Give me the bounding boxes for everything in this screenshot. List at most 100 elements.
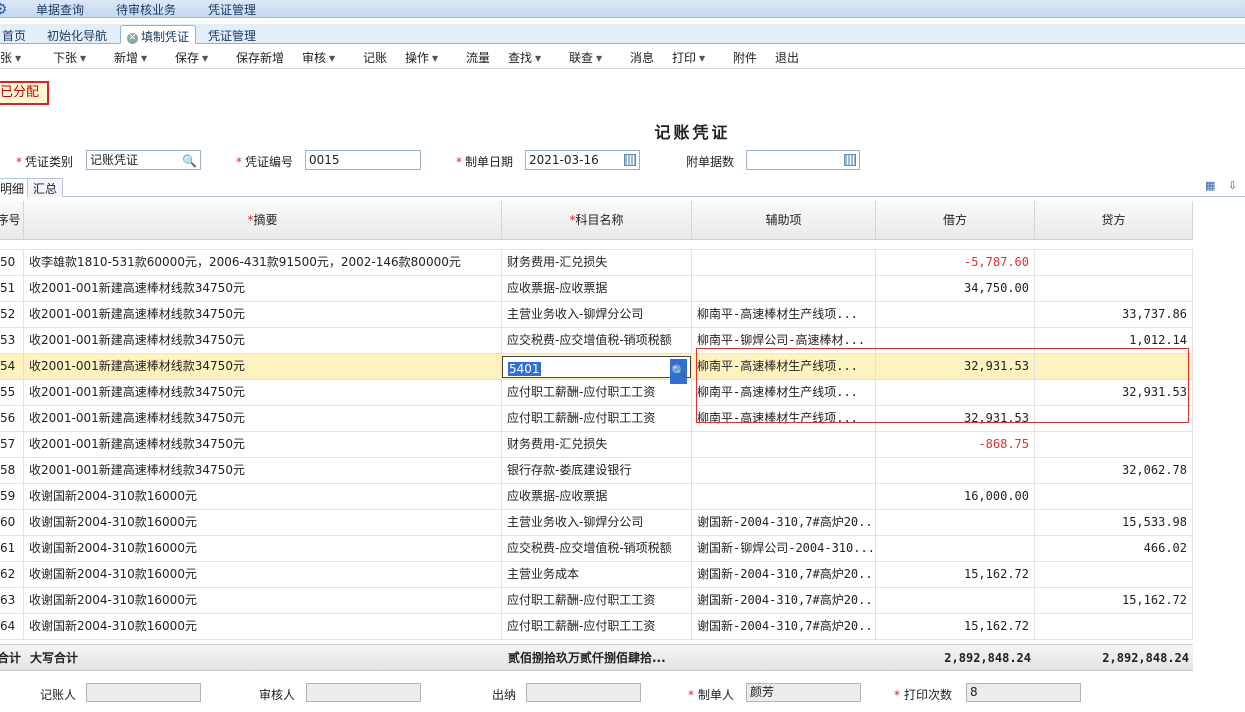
operate-button[interactable]: 操作 ▼ — [405, 49, 438, 66]
table-row[interactable]: 62 收谢国新2004-310款16000元 主营业务成本 谢国新-2004-310,… — [0, 562, 1193, 588]
cell-seq[interactable]: 58 — [0, 458, 24, 484]
cell-account[interactable]: 财务费用-汇兑损失 — [502, 432, 692, 458]
cell-seq[interactable]: 51 — [0, 276, 24, 302]
cell-summary[interactable]: 收谢国新2004-310款16000元 — [24, 614, 502, 640]
cell-seq[interactable]: 61 — [0, 536, 24, 562]
gear-icon[interactable]: ⚙ — [0, 1, 10, 17]
calendar-icon[interactable] — [624, 154, 636, 166]
cell-aux[interactable]: 谢国新-2004-310,7#高炉20... — [692, 614, 876, 640]
export-icon[interactable]: ⇩ — [1228, 179, 1244, 193]
cell-account[interactable]: 主营业务成本 — [502, 562, 692, 588]
cell-account[interactable]: 应付职工薪酬-应付职工工资 — [502, 588, 692, 614]
cell-summary[interactable]: 收2001-001新建高速棒材线款34750元 — [24, 406, 502, 432]
cell-aux[interactable]: 柳南平-高速棒材生产线项... — [692, 302, 876, 328]
cell-account[interactable]: 银行存款-娄底建设银行 — [502, 458, 692, 484]
cell-debit[interactable] — [876, 588, 1035, 614]
cell-summary[interactable]: 收谢国新2004-310款16000元 — [24, 484, 502, 510]
cell-summary[interactable]: 收李雄款1810-531款60000元，2006-431款91500元，2002… — [24, 250, 502, 276]
cell-aux[interactable]: 谢国新-铆焊公司-2004-310... — [692, 536, 876, 562]
save-button[interactable]: 保存 ▼ — [175, 49, 208, 66]
cell-summary[interactable]: 收2001-001新建高速棒材线款34750元 — [24, 276, 502, 302]
cell-account[interactable]: 应付职工薪酬-应付职工工资 — [502, 614, 692, 640]
cell-aux[interactable]: 谢国新-2004-310,7#高炉20... — [692, 510, 876, 536]
cell-seq[interactable]: 56 — [0, 406, 24, 432]
cell-seq[interactable]: 53 — [0, 328, 24, 354]
table-row[interactable]: 60 收谢国新2004-310款16000元 主营业务收入-铆焊分公司 谢国新-200… — [0, 510, 1193, 536]
table-row[interactable]: 50 收李雄款1810-531款60000元，2006-431款91500元，20… — [0, 250, 1193, 276]
menu-pending-review[interactable]: 待审核业务 — [116, 1, 176, 18]
cell-seq[interactable]: 57 — [0, 432, 24, 458]
close-icon[interactable]: ✕ — [127, 33, 138, 44]
cell-aux[interactable] — [692, 250, 876, 276]
table-row[interactable]: 59 收谢国新2004-310款16000元 应收票据-应收票据 16,000.00 — [0, 484, 1193, 510]
cell-debit[interactable] — [876, 458, 1035, 484]
prev-button[interactable]: 上张▼ — [0, 49, 21, 66]
cell-seq[interactable]: 54 — [0, 354, 24, 380]
table-row[interactable]: 51 收2001-001新建高速棒材线款34750元 应收票据-应收票据 34,750… — [0, 276, 1193, 302]
cell-credit[interactable] — [1035, 562, 1193, 588]
date-field[interactable]: 2021-03-16 — [525, 150, 640, 170]
next-button[interactable]: 下张 ▼ — [53, 49, 86, 66]
cell-aux[interactable] — [692, 484, 876, 510]
cell-seq[interactable]: 63 — [0, 588, 24, 614]
new-button[interactable]: 新增 ▼ — [114, 49, 147, 66]
cell-account[interactable]: 应付职工薪酬-应付职工工资 — [502, 406, 692, 432]
print-button[interactable]: 打印 ▼ — [672, 49, 705, 66]
account-edit-input[interactable]: 5401 🔍 — [502, 356, 691, 384]
cell-debit[interactable]: -868.75 — [876, 432, 1035, 458]
cell-credit[interactable] — [1035, 614, 1193, 640]
cell-aux[interactable]: 谢国新-2004-310,7#高炉20... — [692, 562, 876, 588]
cell-account[interactable]: 应交税费-应交增值税-销项税额 — [502, 536, 692, 562]
cell-seq[interactable]: 50 — [0, 250, 24, 276]
cell-account[interactable]: 主营业务收入-铆焊分公司 — [502, 510, 692, 536]
cell-debit[interactable]: 15,162.72 — [876, 614, 1035, 640]
cell-debit[interactable] — [876, 536, 1035, 562]
cell-account[interactable]: 应交税费-应交增值税-销项税额 — [502, 328, 692, 354]
cell-aux[interactable] — [692, 432, 876, 458]
tab-init-nav[interactable]: 初始化导航 — [41, 25, 113, 44]
cell-seq[interactable]: 55 — [0, 380, 24, 406]
cell-summary[interactable]: 收谢国新2004-310款16000元 — [24, 588, 502, 614]
cell-account[interactable]: 应收票据-应收票据 — [502, 276, 692, 302]
table-row[interactable]: 52 收2001-001新建高速棒材线款34750元 主营业务收入-铆焊分公司 柳南平… — [0, 302, 1193, 328]
voucher-type-field[interactable]: 记账凭证 🔍 — [86, 150, 201, 170]
table-row[interactable]: 58 收2001-001新建高速棒材线款34750元 银行存款-娄底建设银行 32,0… — [0, 458, 1193, 484]
table-row[interactable]: 63 收谢国新2004-310款16000元 应付职工薪酬-应付职工工资 谢国新-20… — [0, 588, 1193, 614]
cell-debit[interactable]: 15,162.72 — [876, 562, 1035, 588]
save-new-button[interactable]: 保存新增 — [236, 49, 284, 66]
cell-aux[interactable]: 谢国新-2004-310,7#高炉20... — [692, 588, 876, 614]
attachment-button[interactable]: 附件 — [733, 49, 757, 66]
cell-summary[interactable]: 收谢国新2004-310款16000元 — [24, 536, 502, 562]
exit-button[interactable]: 退出 — [775, 49, 799, 66]
cell-credit[interactable] — [1035, 484, 1193, 510]
menu-document-query[interactable]: 单据查询 — [36, 1, 84, 18]
cell-credit[interactable]: 466.02 — [1035, 536, 1193, 562]
cell-debit[interactable]: -5,787.60 — [876, 250, 1035, 276]
cell-debit[interactable]: 16,000.00 — [876, 484, 1035, 510]
cell-credit[interactable]: 33,737.86 — [1035, 302, 1193, 328]
cell-summary[interactable]: 收谢国新2004-310款16000元 — [24, 510, 502, 536]
tab-home[interactable]: 首页 — [0, 25, 32, 44]
message-button[interactable]: 消息 — [630, 49, 654, 66]
cell-seq[interactable]: 62 — [0, 562, 24, 588]
cell-credit[interactable]: 32,062.78 — [1035, 458, 1193, 484]
cell-credit[interactable] — [1035, 276, 1193, 302]
flow-button[interactable]: 流量 — [466, 49, 490, 66]
cell-debit[interactable] — [876, 302, 1035, 328]
table-row[interactable]: 61 收谢国新2004-310款16000元 应交税费-应交增值税-销项税额 谢国新-… — [0, 536, 1193, 562]
tab-detail[interactable]: 明细 — [0, 178, 31, 197]
cell-credit[interactable] — [1035, 432, 1193, 458]
cell-account[interactable]: 5401 🔍 — [502, 354, 692, 384]
post-button[interactable]: 记账 — [363, 49, 387, 66]
cell-summary[interactable]: 收2001-001新建高速棒材线款34750元 — [24, 432, 502, 458]
cell-debit[interactable]: 34,750.00 — [876, 276, 1035, 302]
calendar-icon[interactable] — [844, 154, 856, 166]
cell-aux[interactable] — [692, 458, 876, 484]
grid-settings-icon[interactable]: ▦ — [1205, 179, 1221, 193]
search-icon[interactable]: 🔍 — [182, 152, 197, 170]
cell-seq[interactable]: 59 — [0, 484, 24, 510]
cell-aux[interactable] — [692, 276, 876, 302]
cell-account[interactable]: 主营业务收入-铆焊分公司 — [502, 302, 692, 328]
cell-credit[interactable]: 15,162.72 — [1035, 588, 1193, 614]
tab-voucher-management[interactable]: 凭证管理 — [202, 25, 262, 44]
